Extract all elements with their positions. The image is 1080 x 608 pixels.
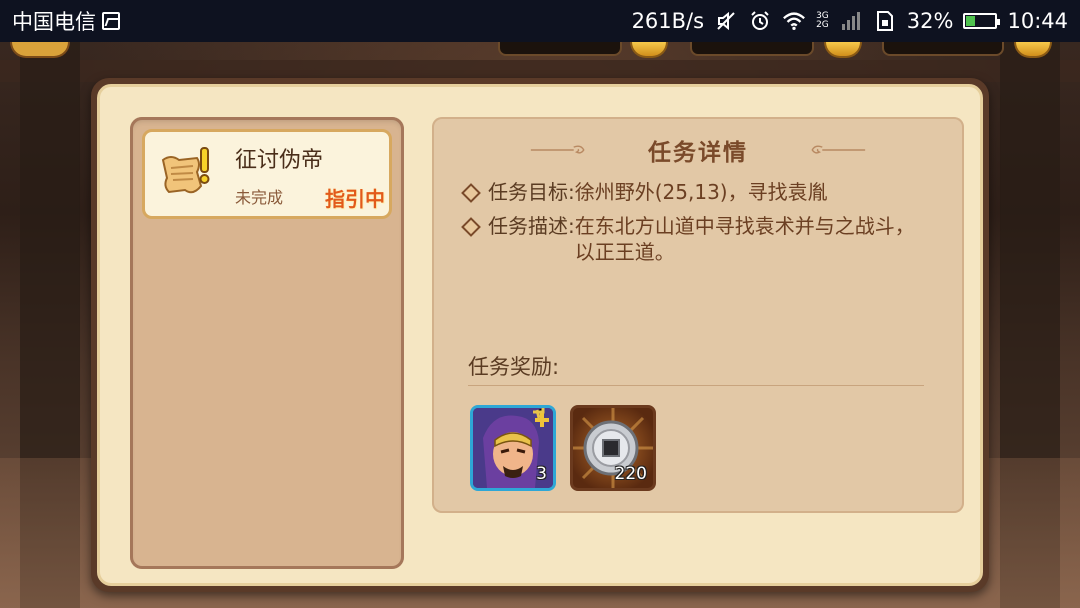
signal-icon	[839, 9, 863, 33]
add-resource-3-icon[interactable]	[1014, 42, 1052, 58]
description-row: 任务描述: 在东北方山道中寻找袁术并与之战斗，以正王道。	[460, 213, 930, 265]
battery-icon	[963, 13, 1001, 29]
goal-row: 任务目标: 徐州野外(25,13)，寻找袁胤	[460, 179, 828, 205]
battery-percent: 32%	[906, 9, 954, 33]
add-resource-2-icon[interactable]	[824, 42, 862, 58]
quest-details-panel: 任务详情 任务目标: 徐州野外(25,13)，寻找袁胤 任务描述: 在东北方山道…	[432, 117, 964, 513]
reward-hero-count: 3	[536, 464, 547, 484]
quest-guide-badge: 指引中	[325, 187, 385, 211]
diamond-bullet-icon	[461, 217, 481, 237]
carrier-name: 中国电信	[12, 10, 96, 34]
mute-icon	[714, 9, 738, 33]
reward-coin-count: 220	[614, 464, 647, 484]
quest-list-item[interactable]: 征讨伪帝 未完成 指引中	[142, 129, 392, 219]
scroll-exclamation-icon	[157, 146, 215, 204]
reward-hero-slot[interactable]: 3	[470, 405, 556, 491]
back-button[interactable]	[10, 42, 70, 58]
quest-title: 征讨伪帝	[235, 148, 324, 173]
goal-value: 徐州野外(25,13)，寻找袁胤	[574, 180, 828, 204]
alarm-icon	[748, 9, 772, 33]
quest-window-inner: 征讨伪帝 未完成 指引中 任务详情 任务目标: 徐州野外(25,13)，寻找袁胤…	[97, 84, 983, 586]
status-bar: 中国电信 261B/s 3G 2G 32% 10:44	[0, 0, 1080, 42]
game-top-bar	[0, 42, 1080, 82]
resource-slot-1	[498, 42, 622, 56]
quest-list-panel[interactable]: 征讨伪帝 未完成 指引中	[130, 117, 404, 569]
clock: 10:44	[1007, 9, 1068, 33]
description-label: 任务描述:	[488, 214, 575, 238]
details-header: 任务详情	[432, 133, 964, 166]
reward-divider	[468, 385, 924, 386]
details-title: 任务详情	[648, 140, 748, 166]
image-notification-icon	[102, 12, 120, 30]
add-resource-1-icon[interactable]	[630, 42, 668, 58]
quest-status: 未完成	[235, 188, 284, 207]
description-value: 在东北方山道中寻找袁术并与之战斗，以正王道。	[574, 214, 915, 264]
quest-window: 征讨伪帝 未完成 指引中 任务详情 任务目标: 徐州野外(25,13)，寻找袁胤…	[91, 78, 989, 592]
goal-label: 任务目标:	[488, 180, 575, 204]
diamond-bullet-icon	[461, 183, 481, 203]
resource-slot-3	[882, 42, 1004, 56]
right-ornament-icon	[811, 145, 866, 154]
sim-icon	[873, 9, 897, 33]
resource-slot-2	[690, 42, 814, 56]
reward-label: 任务奖励:	[468, 355, 560, 379]
network-type-indicator: 3G 2G	[816, 12, 829, 30]
network-speed: 261B/s	[631, 9, 705, 33]
reward-coin-slot[interactable]: 220	[570, 405, 656, 491]
network-type-2g: 2G	[816, 20, 829, 30]
wifi-icon	[782, 9, 806, 33]
